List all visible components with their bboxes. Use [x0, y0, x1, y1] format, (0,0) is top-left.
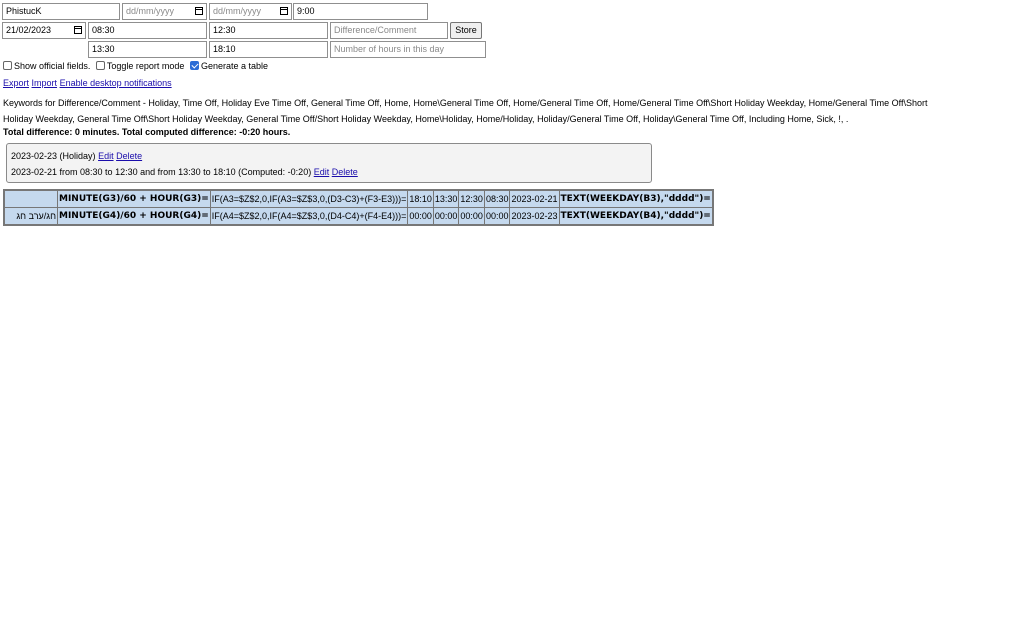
edit-link[interactable]: Edit — [314, 167, 330, 177]
end-time-1-input[interactable]: 12:30 — [209, 22, 328, 39]
edit-link[interactable]: Edit — [98, 151, 114, 161]
keywords-line-2: Holiday Weekday, General Time Off\Short … — [3, 114, 849, 124]
end-time-2-input[interactable]: 18:10 — [209, 41, 328, 58]
table-cell: MINUTE(G4)/60 + HOUR(G4)= — [57, 207, 211, 226]
generate-table-label: Generate a table — [200, 61, 269, 71]
table-cell: 2023-02-21 — [509, 189, 560, 208]
calendar-icon[interactable] — [74, 26, 82, 34]
generate-table-checkbox[interactable] — [189, 61, 199, 70]
entries-list: 2023-02-23 (Holiday) Edit Delete 2023-02… — [6, 143, 652, 183]
date-to-placeholder: dd/mm/yyyy — [213, 6, 262, 16]
delete-link[interactable]: Delete — [116, 151, 142, 161]
entry-text: 2023-02-23 (Holiday) — [11, 151, 96, 161]
enable-notifications-link[interactable]: Enable desktop notifications — [60, 78, 172, 88]
table-cell: חג/ערב חג — [3, 207, 58, 226]
toggle-report-mode-checkbox[interactable] — [95, 61, 105, 70]
table-cell: 12:30 — [458, 189, 485, 208]
generated-table: MINUTE(G3)/60 + HOUR(G3)= IF(A3=$Z$2,0,I… — [3, 189, 714, 226]
table-cell: MINUTE(G3)/60 + HOUR(G3)= — [57, 189, 211, 208]
table-cell: 00:00 — [407, 207, 434, 226]
keywords-line-1: Keywords for Difference/Comment - Holida… — [3, 98, 928, 108]
date-from-input[interactable]: dd/mm/yyyy — [122, 3, 207, 20]
hours-in-day-input[interactable]: Number of hours in this day — [330, 41, 486, 58]
table-cell: 00:00 — [483, 207, 511, 226]
total-summary: Total difference: 0 minutes. Total compu… — [3, 127, 291, 137]
date-from-placeholder: dd/mm/yyyy — [126, 6, 175, 16]
table-cell: 00:00 — [458, 207, 485, 226]
start-time-1-input[interactable]: 08:30 — [88, 22, 207, 39]
comment-input[interactable]: Difference/Comment — [330, 22, 448, 39]
list-item: 2023-02-23 (Holiday) Edit Delete — [11, 151, 142, 161]
table-cell: IF(A3=$Z$2,0,IF(A3=$Z$3,0,(D3-C3)+(F3-E3… — [209, 189, 409, 208]
entry-text: 2023-02-21 from 08:30 to 12:30 and from … — [11, 167, 312, 177]
show-official-fields-label: Show official fields. — [14, 61, 91, 71]
table-row: חג/ערב חג MINUTE(G4)/60 + HOUR(G4)= IF(A… — [3, 207, 714, 226]
table-cell: 00:00 — [432, 207, 460, 226]
list-item: 2023-02-21 from 08:30 to 12:30 and from … — [11, 167, 358, 177]
import-link[interactable]: Import — [32, 78, 58, 88]
calendar-icon[interactable] — [280, 7, 288, 15]
toggle-report-mode-label: Toggle report mode — [106, 61, 185, 71]
keywords-text: Keywords for Difference/Comment - Holida… — [3, 95, 1003, 127]
entry-date-input[interactable]: 21/02/2023 — [2, 22, 86, 39]
date-to-input[interactable]: dd/mm/yyyy — [209, 3, 292, 20]
name-input[interactable]: PhistucK — [2, 3, 120, 20]
show-official-fields-checkbox[interactable] — [3, 61, 12, 70]
store-button[interactable]: Store — [450, 22, 482, 39]
table-cell: 2023-02-23 — [509, 207, 560, 226]
table-cell: 08:30 — [483, 189, 511, 208]
table-cell: TEXT(WEEKDAY(B4),"dddd")= — [558, 207, 714, 226]
calendar-icon[interactable] — [195, 7, 203, 15]
table-row: MINUTE(G3)/60 + HOUR(G3)= IF(A3=$Z$2,0,I… — [3, 189, 714, 208]
hours-per-day-input[interactable]: 9:00 — [293, 3, 428, 20]
table-cell — [3, 189, 58, 208]
start-time-2-input[interactable]: 13:30 — [88, 41, 207, 58]
links-row: Export Import Enable desktop notificatio… — [3, 78, 172, 88]
options-row: Show official fields. Toggle report mode… — [3, 61, 268, 71]
table-cell: 13:30 — [432, 189, 460, 208]
export-link[interactable]: Export — [3, 78, 29, 88]
table-cell: TEXT(WEEKDAY(B3),"dddd")= — [558, 189, 714, 208]
table-cell: IF(A4=$Z$2,0,IF(A4=$Z$3,0,(D4-C4)+(F4-E4… — [209, 207, 409, 226]
table-cell: 18:10 — [407, 189, 434, 208]
delete-link[interactable]: Delete — [332, 167, 358, 177]
entry-date-value: 21/02/2023 — [6, 25, 52, 35]
